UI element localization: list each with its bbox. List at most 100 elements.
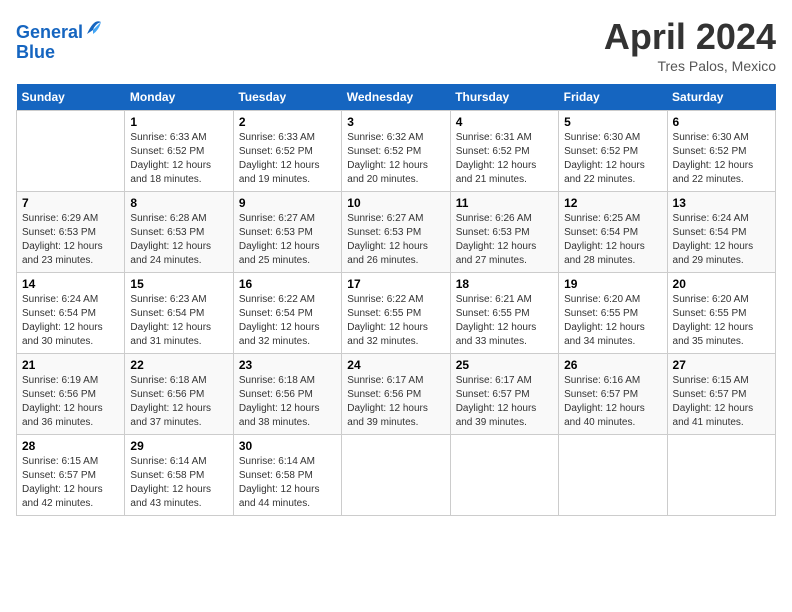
day-info: Sunrise: 6:15 AM Sunset: 6:57 PM Dayligh… [22,455,119,511]
sunset-text: Sunset: 6:56 PM [347,389,421,400]
calendar-day-cell: 28 Sunrise: 6:15 AM Sunset: 6:57 PM Dayl… [17,435,125,516]
day-number: 10 [347,196,444,210]
sunset-text: Sunset: 6:53 PM [22,227,96,238]
daylight-text: Daylight: 12 hours and 25 minutes. [239,241,320,266]
sunrise-text: Sunrise: 6:15 AM [22,456,98,467]
day-number: 23 [239,358,336,372]
day-info: Sunrise: 6:21 AM Sunset: 6:55 PM Dayligh… [456,293,553,349]
day-number: 7 [22,196,119,210]
calendar-day-cell: 9 Sunrise: 6:27 AM Sunset: 6:53 PM Dayli… [233,192,341,273]
calendar-day-cell: 13 Sunrise: 6:24 AM Sunset: 6:54 PM Dayl… [667,192,775,273]
daylight-text: Daylight: 12 hours and 27 minutes. [456,241,537,266]
sunset-text: Sunset: 6:55 PM [347,308,421,319]
calendar-day-cell: 15 Sunrise: 6:23 AM Sunset: 6:54 PM Dayl… [125,273,233,354]
sunset-text: Sunset: 6:52 PM [564,146,638,157]
logo-general: General [16,22,83,42]
day-number: 25 [456,358,553,372]
day-number: 18 [456,277,553,291]
calendar-day-cell: 6 Sunrise: 6:30 AM Sunset: 6:52 PM Dayli… [667,111,775,192]
day-info: Sunrise: 6:33 AM Sunset: 6:52 PM Dayligh… [130,131,227,187]
daylight-text: Daylight: 12 hours and 22 minutes. [673,160,754,185]
sunset-text: Sunset: 6:53 PM [456,227,530,238]
calendar-week-row: 14 Sunrise: 6:24 AM Sunset: 6:54 PM Dayl… [17,273,776,354]
day-info: Sunrise: 6:26 AM Sunset: 6:53 PM Dayligh… [456,212,553,268]
sunset-text: Sunset: 6:53 PM [347,227,421,238]
day-info: Sunrise: 6:30 AM Sunset: 6:52 PM Dayligh… [564,131,661,187]
calendar-week-row: 7 Sunrise: 6:29 AM Sunset: 6:53 PM Dayli… [17,192,776,273]
day-number: 4 [456,115,553,129]
day-number: 5 [564,115,661,129]
sunset-text: Sunset: 6:53 PM [130,227,204,238]
day-number: 11 [456,196,553,210]
day-info: Sunrise: 6:20 AM Sunset: 6:55 PM Dayligh… [673,293,770,349]
day-number: 16 [239,277,336,291]
day-info: Sunrise: 6:18 AM Sunset: 6:56 PM Dayligh… [239,374,336,430]
daylight-text: Daylight: 12 hours and 31 minutes. [130,322,211,347]
sunset-text: Sunset: 6:57 PM [22,470,96,481]
sunset-text: Sunset: 6:58 PM [130,470,204,481]
calendar-day-cell: 3 Sunrise: 6:32 AM Sunset: 6:52 PM Dayli… [342,111,450,192]
day-number: 15 [130,277,227,291]
sunset-text: Sunset: 6:55 PM [456,308,530,319]
calendar-week-row: 28 Sunrise: 6:15 AM Sunset: 6:57 PM Dayl… [17,435,776,516]
daylight-text: Daylight: 12 hours and 44 minutes. [239,484,320,509]
sunset-text: Sunset: 6:54 PM [564,227,638,238]
logo-bird-icon [85,16,103,38]
day-number: 1 [130,115,227,129]
daylight-text: Daylight: 12 hours and 21 minutes. [456,160,537,185]
day-number: 28 [22,439,119,453]
daylight-text: Daylight: 12 hours and 29 minutes. [673,241,754,266]
day-number: 20 [673,277,770,291]
sunset-text: Sunset: 6:57 PM [673,389,747,400]
day-info: Sunrise: 6:22 AM Sunset: 6:54 PM Dayligh… [239,293,336,349]
day-number: 22 [130,358,227,372]
daylight-text: Daylight: 12 hours and 35 minutes. [673,322,754,347]
sunrise-text: Sunrise: 6:29 AM [22,213,98,224]
day-info: Sunrise: 6:33 AM Sunset: 6:52 PM Dayligh… [239,131,336,187]
daylight-text: Daylight: 12 hours and 20 minutes. [347,160,428,185]
day-number: 17 [347,277,444,291]
sunset-text: Sunset: 6:54 PM [239,308,313,319]
calendar-week-row: 1 Sunrise: 6:33 AM Sunset: 6:52 PM Dayli… [17,111,776,192]
day-number: 3 [347,115,444,129]
sunrise-text: Sunrise: 6:16 AM [564,375,640,386]
daylight-text: Daylight: 12 hours and 39 minutes. [456,403,537,428]
day-number: 27 [673,358,770,372]
calendar-week-row: 21 Sunrise: 6:19 AM Sunset: 6:56 PM Dayl… [17,354,776,435]
sunrise-text: Sunrise: 6:18 AM [239,375,315,386]
sunrise-text: Sunrise: 6:27 AM [347,213,423,224]
calendar-day-cell: 8 Sunrise: 6:28 AM Sunset: 6:53 PM Dayli… [125,192,233,273]
sunrise-text: Sunrise: 6:23 AM [130,294,206,305]
day-number: 29 [130,439,227,453]
title-block: April 2024 Tres Palos, Mexico [604,16,776,74]
day-info: Sunrise: 6:14 AM Sunset: 6:58 PM Dayligh… [239,455,336,511]
daylight-text: Daylight: 12 hours and 36 minutes. [22,403,103,428]
daylight-text: Daylight: 12 hours and 38 minutes. [239,403,320,428]
sunrise-text: Sunrise: 6:32 AM [347,132,423,143]
sunrise-text: Sunrise: 6:28 AM [130,213,206,224]
sunrise-text: Sunrise: 6:20 AM [673,294,749,305]
calendar-day-cell: 18 Sunrise: 6:21 AM Sunset: 6:55 PM Dayl… [450,273,558,354]
sunrise-text: Sunrise: 6:27 AM [239,213,315,224]
logo-blue: Blue [16,42,55,62]
day-info: Sunrise: 6:25 AM Sunset: 6:54 PM Dayligh… [564,212,661,268]
month-title: April 2024 [604,16,776,58]
weekday-header-cell: Saturday [667,84,775,111]
daylight-text: Daylight: 12 hours and 28 minutes. [564,241,645,266]
day-info: Sunrise: 6:24 AM Sunset: 6:54 PM Dayligh… [22,293,119,349]
calendar-day-cell: 16 Sunrise: 6:22 AM Sunset: 6:54 PM Dayl… [233,273,341,354]
sunset-text: Sunset: 6:56 PM [130,389,204,400]
day-number: 6 [673,115,770,129]
day-info: Sunrise: 6:27 AM Sunset: 6:53 PM Dayligh… [347,212,444,268]
sunrise-text: Sunrise: 6:33 AM [239,132,315,143]
sunrise-text: Sunrise: 6:21 AM [456,294,532,305]
sunset-text: Sunset: 6:56 PM [239,389,313,400]
day-info: Sunrise: 6:19 AM Sunset: 6:56 PM Dayligh… [22,374,119,430]
day-info: Sunrise: 6:20 AM Sunset: 6:55 PM Dayligh… [564,293,661,349]
sunrise-text: Sunrise: 6:14 AM [130,456,206,467]
daylight-text: Daylight: 12 hours and 19 minutes. [239,160,320,185]
calendar-day-cell: 1 Sunrise: 6:33 AM Sunset: 6:52 PM Dayli… [125,111,233,192]
calendar-day-cell: 30 Sunrise: 6:14 AM Sunset: 6:58 PM Dayl… [233,435,341,516]
calendar-day-cell: 5 Sunrise: 6:30 AM Sunset: 6:52 PM Dayli… [559,111,667,192]
day-number: 9 [239,196,336,210]
